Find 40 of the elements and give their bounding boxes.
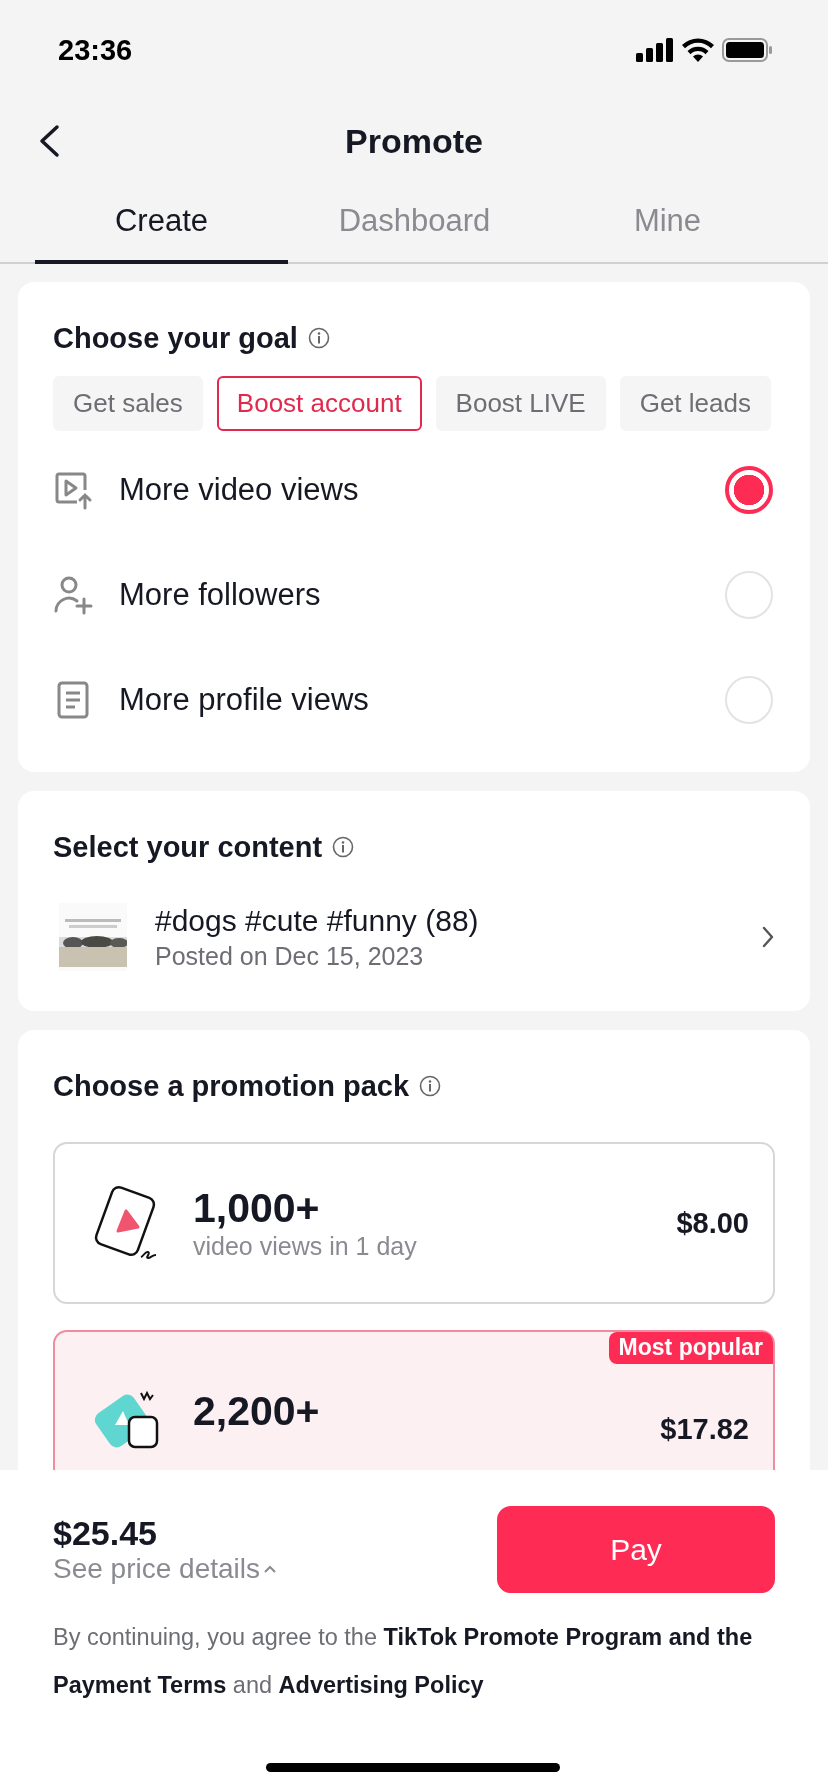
pack-price: $8.00 xyxy=(676,1206,749,1240)
pack-option[interactable]: 1,000+ video views in 1 day $8.00 xyxy=(53,1142,775,1304)
pay-button[interactable]: Pay xyxy=(497,1506,775,1593)
battery-icon xyxy=(722,38,772,62)
terms-text: By continuing, you agree to the TikTok Promote Program and the Payment Terms and Advertising Policy xyxy=(53,1623,753,1700)
pack-description: video views in 1 day xyxy=(193,1232,418,1261)
video-title: #dogs #cute #funny (88) xyxy=(155,903,480,938)
goal-chip[interactable]: Get sales xyxy=(53,376,203,431)
section-title: Choose a promotion pack xyxy=(53,1069,410,1103)
info-icon[interactable] xyxy=(307,327,330,349)
tab[interactable]: Mine xyxy=(541,182,794,264)
status-time: 23:36 xyxy=(58,33,133,67)
pack-price: $17.82 xyxy=(660,1412,749,1446)
goal-option-label: More followers xyxy=(119,576,322,613)
popular-badge: Most popular xyxy=(608,1332,773,1364)
price-details-link[interactable]: See price details xyxy=(53,1553,278,1585)
add-person-icon xyxy=(53,574,93,615)
goal-chip[interactable]: Boost LIVE xyxy=(435,376,606,431)
pack-amount: 2,200+ xyxy=(193,1387,321,1435)
back-button[interactable] xyxy=(38,124,60,158)
section-title: Select your content xyxy=(53,830,323,864)
caret-up-icon xyxy=(262,1564,278,1574)
signal-icon xyxy=(636,38,674,62)
tab[interactable]: Create xyxy=(35,182,288,264)
pack-amount: 1,000+ xyxy=(193,1185,321,1232)
total-price: $25.45 xyxy=(53,1514,157,1553)
goal-chip[interactable]: Get leads xyxy=(619,376,771,431)
info-icon[interactable] xyxy=(332,836,355,858)
posted-date: Posted on Dec 15, 2023 xyxy=(155,941,425,971)
radio-button[interactable] xyxy=(725,465,773,514)
tab[interactable]: Dashboard xyxy=(288,182,541,264)
section-title: Choose your goal xyxy=(53,321,298,355)
info-icon[interactable] xyxy=(419,1075,442,1097)
chevron-right-icon[interactable] xyxy=(761,925,775,949)
pack-option[interactable]: Most popular 2,200+ $17.82 xyxy=(53,1330,775,1470)
goal-chip[interactable]: Boost account xyxy=(216,376,422,431)
page-title: Promote xyxy=(345,121,483,161)
goal-option-label: More video views xyxy=(119,471,360,508)
goal-option-label: More profile views xyxy=(119,681,370,718)
wifi-icon xyxy=(682,38,714,62)
